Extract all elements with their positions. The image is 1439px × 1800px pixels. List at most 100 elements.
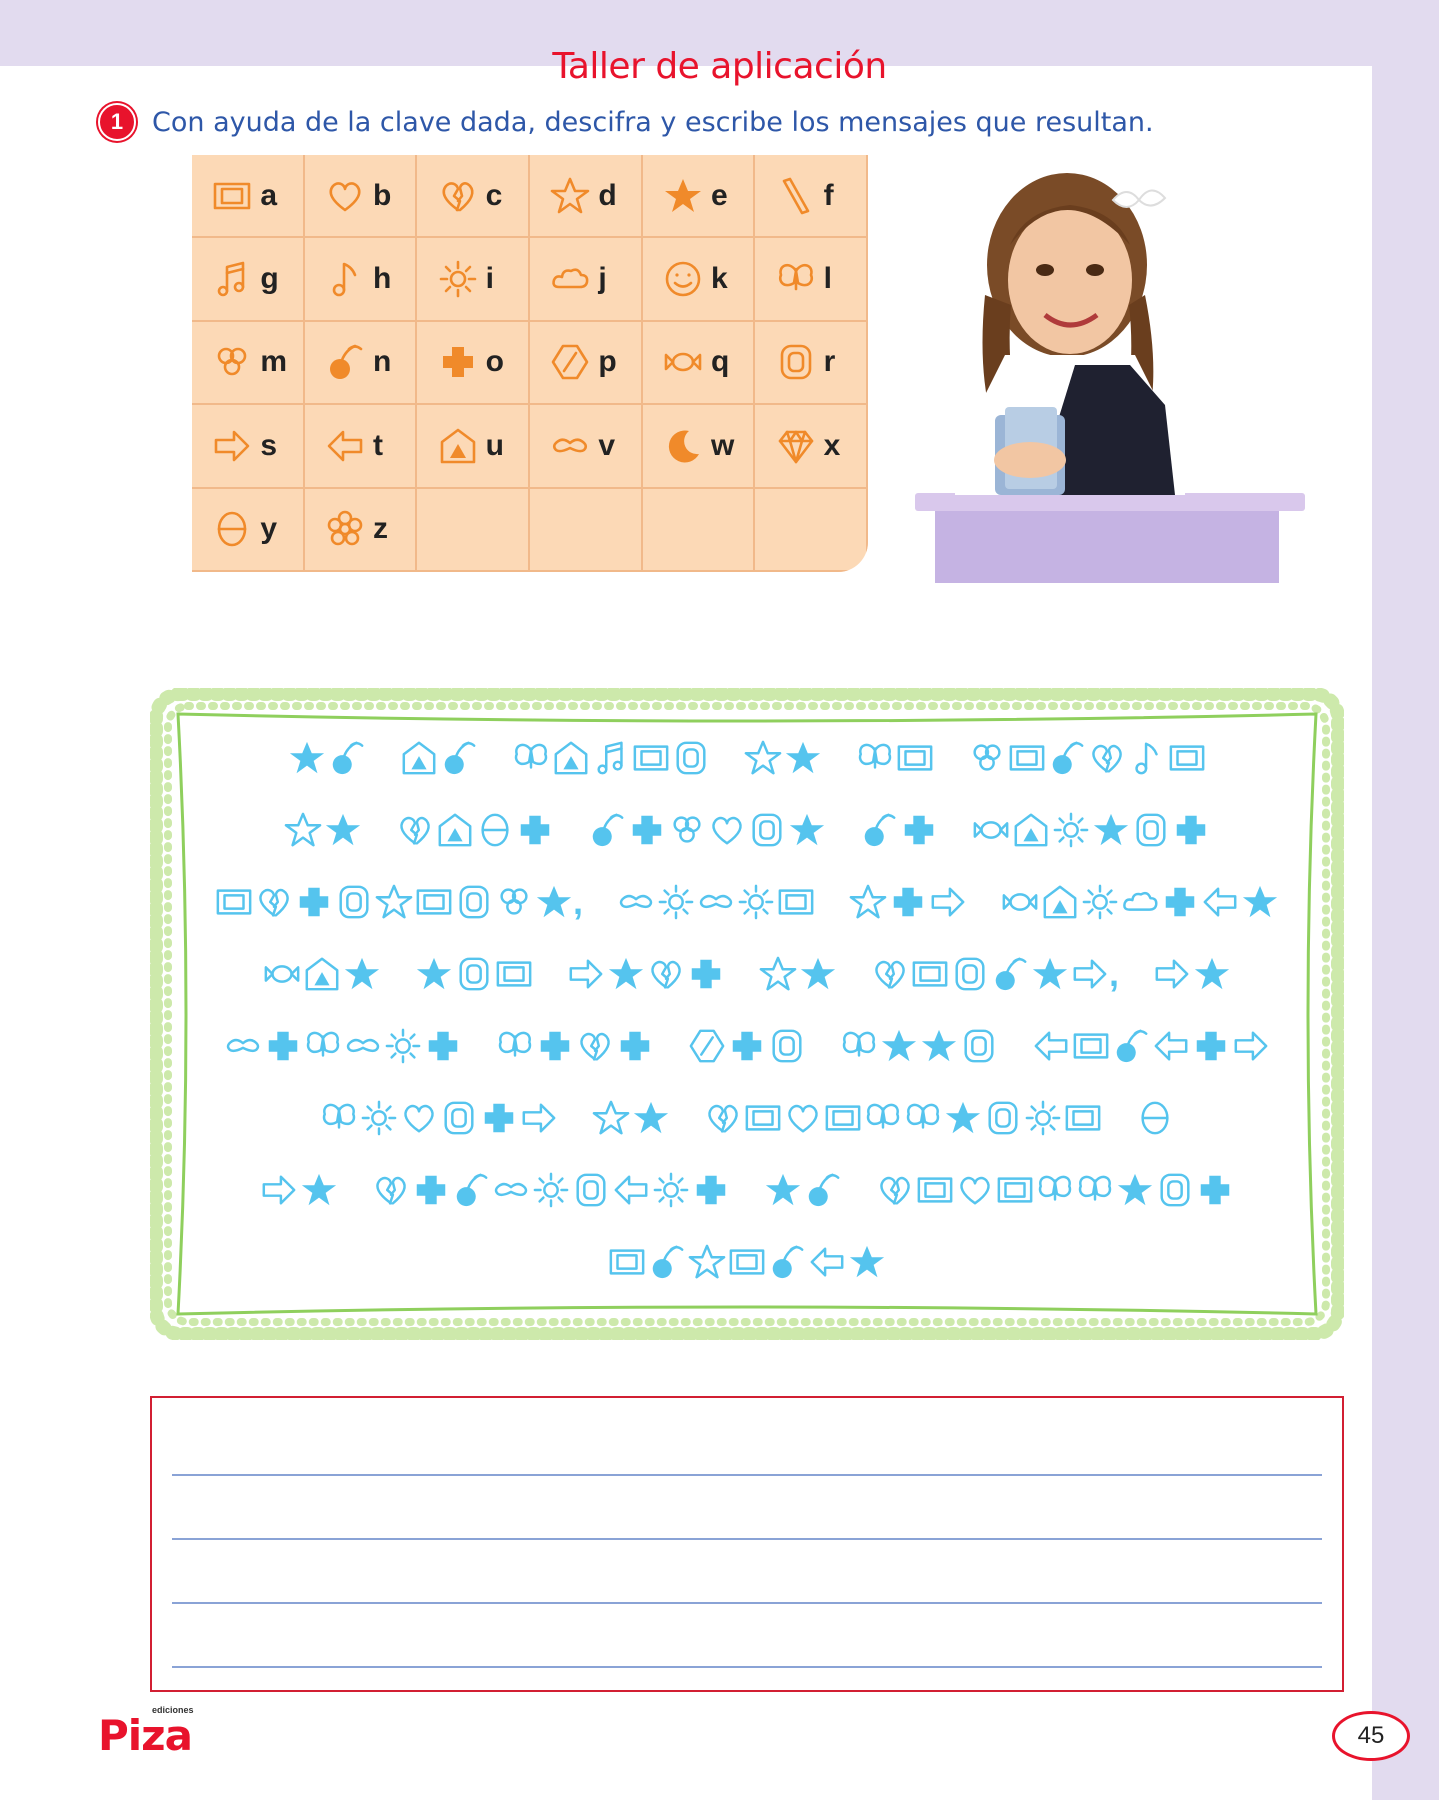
instruction: 1 Con ayuda de la clave dada, descifra y… <box>98 102 1154 142</box>
coded-word <box>860 811 938 849</box>
house-icon <box>1043 885 1077 919</box>
coded-word <box>496 1027 654 1065</box>
key-letter: a <box>260 178 278 212</box>
star-solid-icon <box>301 1173 337 1206</box>
slash-bar-icon <box>782 177 809 214</box>
punctuation-mark: , <box>572 881 583 922</box>
logo-wordmark: Piza <box>98 1711 193 1760</box>
coded-line <box>210 1082 1284 1154</box>
heart-icon <box>960 1176 990 1205</box>
broken-heart-icon <box>400 816 430 845</box>
writing-line[interactable] <box>172 1602 1322 1604</box>
heart-icon <box>329 181 361 211</box>
cross-icon <box>1176 815 1206 845</box>
clover-icon <box>218 348 247 376</box>
square-frame-icon <box>1073 1033 1109 1059</box>
sun-icon <box>533 1172 569 1208</box>
arrow-left-icon <box>327 430 363 462</box>
broken-heart-icon <box>880 1176 910 1205</box>
arrow-left-icon <box>1154 1031 1188 1061</box>
rounded-square-icon <box>780 345 811 380</box>
rounded-square-icon <box>676 741 706 775</box>
cross-icon <box>904 815 934 845</box>
star-solid-icon <box>1242 885 1278 918</box>
cloud-icon <box>552 268 589 289</box>
writing-line[interactable] <box>172 1666 1322 1668</box>
key-cell-empty <box>755 488 868 572</box>
heart-icon <box>712 816 742 845</box>
key-letter: l <box>823 262 832 296</box>
writing-line[interactable] <box>172 1538 1322 1540</box>
key-letter: o <box>485 345 504 379</box>
star-solid-icon <box>765 1173 801 1206</box>
cross-icon <box>268 1031 298 1061</box>
cross-icon <box>1165 887 1195 917</box>
key-cell-g: g <box>192 238 305 322</box>
star-solid-icon <box>1032 957 1068 990</box>
hexagon-icon <box>552 345 589 380</box>
writing-line[interactable] <box>172 1474 1322 1476</box>
sun-icon <box>1025 1100 1061 1136</box>
rounded-square-icon <box>955 957 985 991</box>
cherry-icon <box>864 813 896 847</box>
cross-icon <box>520 815 550 845</box>
cherry-icon <box>329 345 363 380</box>
cross-icon <box>428 1031 458 1061</box>
star-solid-icon <box>945 1101 981 1134</box>
arrow-right-icon <box>569 959 603 989</box>
sun-icon <box>361 1100 397 1136</box>
answer-box[interactable] <box>150 1396 1344 1692</box>
coded-word <box>1136 1099 1174 1137</box>
key-cell-p: p <box>529 321 643 406</box>
sun-icon <box>653 1172 689 1208</box>
broken-heart-icon <box>259 888 289 917</box>
cherry-icon <box>444 741 476 775</box>
coded-word <box>972 811 1210 849</box>
arrow-left-icon <box>1203 887 1237 917</box>
key-letter: x <box>823 428 841 462</box>
key-cell-k: k <box>642 238 756 322</box>
moon-icon <box>668 430 699 463</box>
house-icon <box>554 741 588 775</box>
key-letter: u <box>485 428 504 462</box>
key-cell-w: w <box>642 405 756 489</box>
house-icon <box>440 428 475 464</box>
cross-icon <box>691 959 721 989</box>
rounded-square-icon <box>576 1173 606 1207</box>
coded-word <box>396 811 554 849</box>
candy-icon <box>973 821 1009 839</box>
square-frame-icon <box>1065 1105 1101 1131</box>
key-cell-i: i <box>417 238 530 322</box>
rounded-square-icon <box>459 885 489 919</box>
mustache-icon <box>226 1038 260 1053</box>
key-letter: r <box>823 345 836 379</box>
key-letter: q <box>710 345 730 379</box>
girl-with-book-illustration <box>915 173 1305 583</box>
square-frame-icon <box>912 961 948 987</box>
broken-heart-icon <box>651 960 681 989</box>
key-cell-a: a <box>192 155 305 239</box>
coded-word <box>849 883 967 921</box>
key-letter: s <box>260 428 278 462</box>
key-cell-m: m <box>192 321 305 406</box>
butterfly-icon <box>778 264 813 291</box>
butterfly-icon <box>498 1031 532 1057</box>
page-title: Taller de aplicación <box>552 46 887 87</box>
coded-word <box>592 1099 670 1137</box>
key-cell-h: h <box>304 238 418 322</box>
mustache-icon <box>553 438 588 453</box>
cherry-icon <box>332 741 364 775</box>
key-letter: j <box>598 262 607 296</box>
instruction-text: Con ayuda de la clave dada, descifra y e… <box>152 106 1154 138</box>
publisher-logo: ediciones Piza <box>98 1705 208 1760</box>
broken-heart-icon <box>708 1104 738 1133</box>
star-outline-icon <box>551 177 590 213</box>
flower-icon <box>327 510 363 546</box>
coded-word <box>224 1027 462 1065</box>
star-solid-icon <box>785 741 821 774</box>
coded-word <box>856 739 934 777</box>
square-frame-icon <box>1009 745 1045 771</box>
coded-line <box>210 1010 1284 1082</box>
broken-heart-icon <box>1092 744 1122 773</box>
cross-icon <box>632 815 662 845</box>
